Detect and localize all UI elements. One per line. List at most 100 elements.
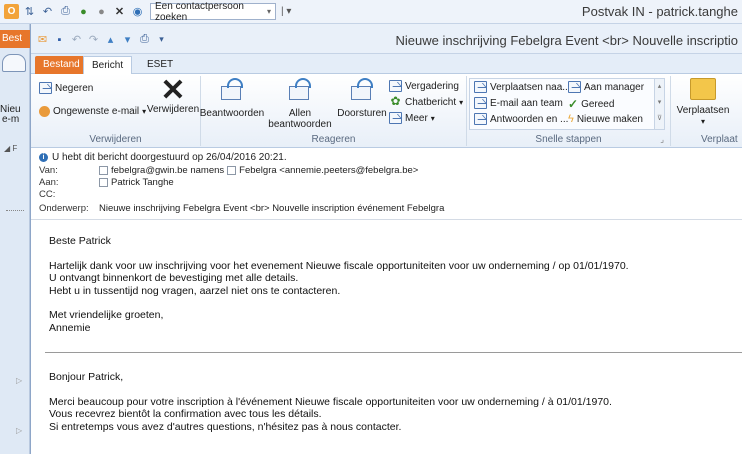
delete-x-icon: ✕ [160,74,186,107]
from-sender[interactable]: febelgra@gwin.be namens [111,165,224,176]
chevron-down-icon: ▾ [430,113,435,123]
redo-icon[interactable]: ↷ [86,32,101,47]
more-label: Meer [405,112,428,124]
message-body[interactable]: Beste Patrick Hartelijk dank voor uw ins… [31,221,742,454]
tab-message[interactable]: Bericht [83,56,133,75]
undo-icon[interactable]: ↶ [69,32,84,47]
contact-card-icon-2[interactable] [227,166,237,175]
expand-arrow-icon-2[interactable]: ▷ [16,426,22,435]
undo-icon[interactable]: ↶ [40,4,55,19]
group-quick-steps: Verplaatsen naa... Aan manager E-mail aa… [467,76,671,146]
message-header: i U hebt dit bericht doorgestuurd op 26/… [31,148,742,220]
move-button[interactable]: Verplaatsen ▾ [675,78,731,127]
quick-step-done[interactable]: ✓ Gereed [568,97,614,111]
collapse-triangle-icon[interactable]: ◢ F [4,144,17,153]
contact-card-icon-3[interactable] [99,178,108,187]
quick-step-to-manager[interactable]: Aan manager [568,81,644,93]
reply-all-button[interactable]: Allen beantwoorden [267,78,333,130]
quick-step-create-new[interactable]: ϟ Nieuwe maken [568,113,643,125]
cc-row: CC: [39,189,735,200]
group-respond: Beantwoorden Allen beantwoorden Doorstur… [200,76,467,146]
nl-line-3: Hebt u in tussentijd nog vragen, aarzel … [49,284,341,297]
up-arrow-icon[interactable]: ▴ [103,32,118,47]
quick-step-to-manager-label: Aan manager [584,81,645,93]
print-icon[interactable]: ⎙ [137,32,152,47]
customize-toolbar-icon[interactable]: | ▾ [281,6,291,17]
quick-step-team-email[interactable]: E-mail aan team [474,97,563,109]
fr-line-1: Merci beaucoup pour votre inscription à … [49,395,612,408]
delete-button[interactable]: ✕ Verwijderen [146,74,200,116]
ignore-icon [39,82,52,94]
nl-line-1: Hartelijk dank voor uw inschrijving voor… [49,259,629,272]
team-email-icon [474,97,487,109]
fr-line-3: Si entretemps vous avez d'autres questio… [49,420,402,433]
address-book-icon[interactable]: ◉ [130,4,145,19]
quick-step-create-new-label: Nieuwe maken [576,113,643,125]
message-window: ✉ ▪ ↶ ↷ ▴ ▾ ⎙ ▾ Nieuwe inschrijving Febe… [30,24,742,454]
move-to-icon [474,81,487,93]
reply-all-label-1: Allen [288,108,312,119]
group-label-delete: Verwijderen [89,134,142,145]
junk-email-button[interactable]: Ongewenste e-mail ▾ [39,106,146,117]
from-value: febelgra@gwin.be namens Febelgra <annemi… [99,165,418,176]
to-value: Patrick Tanghe [99,177,174,188]
group-label-respond: Reageren [311,134,356,145]
chevron-down-icon: ▾ [459,97,464,107]
down-arrow-icon[interactable]: ▾ [120,32,135,47]
quick-step-reply-delete[interactable]: Antwoorden en ... [474,113,568,125]
outlook-logo-icon[interactable]: O [4,4,19,19]
outer-file-tab[interactable]: Best [0,30,30,48]
group-label-quick-steps: Snelle stappen [535,134,602,145]
junk-label: Ongewenste e-mail [53,106,140,117]
info-text: U hebt dit bericht doorgestuurd op 26/04… [52,152,287,163]
from-label: Van: [39,165,58,176]
fr-greeting: Bonjour Patrick, [49,371,124,383]
customize-toolbar-icon[interactable]: ▾ [154,32,169,47]
delete-x-icon[interactable]: ✕ [112,4,127,19]
quick-step-move-to-label: Verplaatsen naa... [490,81,571,93]
nl-greeting: Beste Patrick [49,235,111,247]
chat-label: Chatbericht [405,96,457,108]
forward-button[interactable]: Doorsturen [337,78,387,119]
gallery-scroll[interactable]: ▴ ▾ ⊽ [654,79,664,129]
meeting-button[interactable]: Vergadering [389,80,459,92]
subject-label: Onderwerp: [39,203,89,214]
mail-icon[interactable]: ✉ [35,32,50,47]
subject-value: Nieuwe inschrijving Febelgra Event <br> … [99,203,445,214]
outer-new-email-button[interactable] [2,54,28,94]
reply-all-label-2: beantwoorden [268,119,332,130]
tab-file[interactable]: Bestand [35,56,88,74]
reply-button[interactable]: Beantwoorden [200,78,264,119]
print-icon[interactable]: ⎙ [58,4,73,19]
more-button[interactable]: Meer ▾ [389,112,435,124]
circle-gray-icon[interactable]: ● [94,4,109,19]
forward-label: Doorsturen [337,108,387,119]
subject-row: Onderwerp: Nieuwe inschrijving Febelgra … [39,202,735,215]
contact-card-icon[interactable] [99,166,108,175]
chevron-down-icon: ▾ [142,107,147,116]
send-receive-icon[interactable]: ⇅ [22,4,37,19]
save-icon[interactable]: ▪ [52,32,67,47]
reply-delete-icon [474,113,487,125]
from-sender-2[interactable]: Febelgra <annemie.peeters@febelgra.be> [239,165,418,176]
tab-eset[interactable]: ESET [139,56,181,74]
divider [6,210,24,211]
forward-icon [347,78,377,104]
fr-line-2: Vous recevrez bientôt la confirmation av… [49,408,322,420]
circle-green-icon[interactable]: ● [76,4,91,19]
chat-button[interactable]: ✿ Chatbericht ▾ [389,95,464,108]
expand-arrow-icon[interactable]: ▷ [16,376,22,385]
ignore-label: Negeren [55,82,94,94]
nl-line-2: U ontvangt binnenkort de bevestiging met… [49,272,299,284]
contact-search-input[interactable]: Een contactpersoon zoeken ▾ [150,1,276,23]
message-quick-access-toolbar: ✉ ▪ ↶ ↷ ▴ ▾ ⎙ ▾ [35,32,169,47]
delete-label: Verwijderen [146,104,200,115]
move-label: Verplaatsen [676,105,730,116]
quick-step-reply-delete-label: Antwoorden en ... [490,113,569,125]
new-email-icon [2,54,26,72]
checkmark-icon: ✓ [568,97,579,111]
quick-step-move-to[interactable]: Verplaatsen naa... [474,81,571,93]
ignore-button[interactable]: Negeren [39,82,93,94]
to-recipient[interactable]: Patrick Tanghe [111,177,174,188]
junk-icon [39,106,50,117]
